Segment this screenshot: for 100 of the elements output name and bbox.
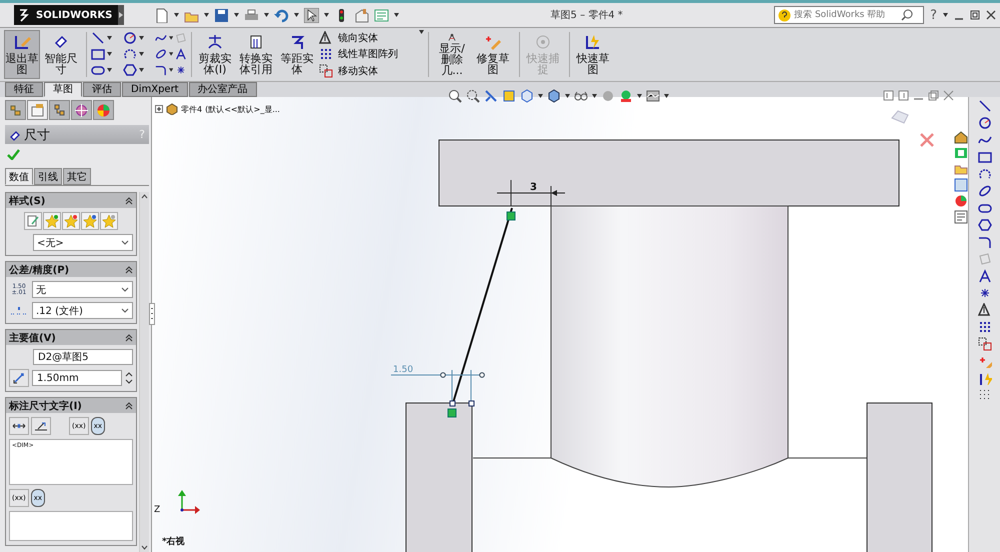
reverse-direction-button[interactable] xyxy=(9,369,29,387)
select-arrow-icon[interactable] xyxy=(304,8,320,22)
text-field[interactable] xyxy=(9,511,133,541)
text-offset-button[interactable] xyxy=(31,417,51,435)
text-center-button[interactable] xyxy=(9,417,29,435)
ribbon-button[interactable]: 剪裁实体(I) xyxy=(196,30,234,79)
new-document-icon[interactable] xyxy=(154,8,170,22)
tab[interactable]: 评估 xyxy=(83,82,121,97)
caret-icon[interactable] xyxy=(943,13,948,17)
rapid-sketch-icon[interactable] xyxy=(978,371,992,385)
circle-icon[interactable] xyxy=(978,116,992,130)
collapse-chevron-icon[interactable] xyxy=(125,402,133,410)
search-icon[interactable] xyxy=(901,9,914,21)
maximize-icon[interactable] xyxy=(970,10,980,20)
caret-icon[interactable] xyxy=(174,13,180,17)
help-button[interactable]: ? xyxy=(930,8,937,22)
tab[interactable]: 办公室产品 xyxy=(188,82,257,97)
tab[interactable]: 草图 xyxy=(44,82,82,97)
close-icon[interactable] xyxy=(943,90,954,101)
tree-item[interactable]: 零件4 xyxy=(181,104,202,114)
polygon-icon[interactable] xyxy=(978,218,992,232)
view-settings-icon[interactable] xyxy=(646,89,660,103)
caret-icon[interactable] xyxy=(294,13,300,17)
mirror-icon[interactable] xyxy=(978,303,992,317)
value-field[interactable]: 1.50mm xyxy=(32,370,122,386)
caret-icon[interactable] xyxy=(264,13,270,17)
dropdown[interactable]: 无 xyxy=(32,281,133,298)
display-style-icon[interactable] xyxy=(547,89,561,103)
splitter-grip-icon[interactable] xyxy=(149,303,155,325)
circle-icon[interactable] xyxy=(123,31,137,45)
expand-plus-icon[interactable] xyxy=(155,105,163,113)
ribbon-button[interactable]: 等距实体 xyxy=(278,30,316,79)
ribbon-button[interactable]: 修复草图 xyxy=(474,30,512,79)
undo-icon[interactable] xyxy=(274,8,290,22)
caret-icon[interactable] xyxy=(234,13,240,17)
caret-icon[interactable] xyxy=(168,52,174,56)
panel-tab[interactable] xyxy=(71,100,92,120)
caret-icon[interactable] xyxy=(139,68,144,72)
text-icon[interactable] xyxy=(175,47,187,61)
fillet-icon[interactable] xyxy=(978,235,992,249)
panel-tab[interactable] xyxy=(27,100,48,120)
ellipse-icon[interactable] xyxy=(978,184,992,198)
properties-icon[interactable] xyxy=(954,210,968,224)
zoom-fit-icon[interactable] xyxy=(448,89,462,103)
caret-icon[interactable] xyxy=(107,36,112,40)
ellipse-icon[interactable] xyxy=(155,47,167,61)
caret-icon[interactable] xyxy=(139,52,144,56)
collapse-chevron-icon[interactable] xyxy=(125,266,133,274)
caret-icon[interactable] xyxy=(394,13,400,17)
panel-tab[interactable] xyxy=(93,100,114,120)
caret-icon[interactable] xyxy=(107,52,112,56)
form-icon[interactable] xyxy=(374,8,390,22)
tab[interactable]: 引线 xyxy=(34,168,62,185)
restore-icon[interactable] xyxy=(928,90,939,101)
tab[interactable]: 其它 xyxy=(63,168,91,185)
polygon-icon[interactable] xyxy=(123,63,137,77)
arc-icon[interactable] xyxy=(978,167,992,181)
glasses-icon[interactable] xyxy=(574,89,588,103)
style-button[interactable] xyxy=(43,212,61,230)
close-icon[interactable] xyxy=(986,10,996,20)
ribbon-list-item[interactable]: 移动实体 xyxy=(319,64,419,78)
collapse-chevron-icon[interactable] xyxy=(125,334,133,342)
name-field[interactable]: D2@草图5 xyxy=(33,349,133,365)
tab[interactable]: 特征 xyxy=(5,82,43,97)
confirm-check-icon[interactable] xyxy=(7,149,20,160)
tab[interactable]: 数值 xyxy=(5,168,33,185)
tab[interactable]: DimXpert xyxy=(122,82,188,97)
caret-icon[interactable] xyxy=(168,36,174,40)
zoom-area-icon[interactable] xyxy=(466,89,480,103)
print-icon[interactable] xyxy=(244,8,260,22)
section-view-icon[interactable] xyxy=(502,89,516,103)
style-button[interactable] xyxy=(62,212,80,230)
ribbon-button[interactable]: 转换实体引用 xyxy=(237,30,275,79)
caret-icon[interactable] xyxy=(324,13,330,17)
dropdown[interactable]: <无> xyxy=(33,234,133,251)
arc-icon[interactable] xyxy=(123,47,137,61)
pattern-icon[interactable] xyxy=(978,320,992,334)
caret-icon[interactable] xyxy=(139,36,144,40)
style-button[interactable] xyxy=(24,212,42,230)
ribbon-button[interactable]: 显示/删除几... xyxy=(433,30,471,79)
panel-tab[interactable] xyxy=(49,100,70,120)
view-orientation-icon[interactable] xyxy=(520,89,534,103)
fillet-icon[interactable] xyxy=(155,63,167,77)
grid-dots-icon[interactable] xyxy=(978,388,992,402)
text-icon[interactable] xyxy=(978,269,992,283)
rectangle-icon[interactable] xyxy=(978,150,992,164)
move-icon[interactable] xyxy=(978,337,992,351)
style-button[interactable] xyxy=(100,212,118,230)
save-icon[interactable] xyxy=(214,8,230,22)
view-palette-icon[interactable] xyxy=(954,178,968,192)
home-icon[interactable] xyxy=(954,130,968,144)
scroll-up-icon[interactable] xyxy=(141,194,148,199)
tile-icon[interactable] xyxy=(898,90,909,101)
tile-icon[interactable] xyxy=(883,90,894,101)
rectangle-icon[interactable] xyxy=(91,47,105,61)
caret-icon[interactable] xyxy=(204,13,210,17)
dropdown[interactable]: .12 (文件) xyxy=(32,302,133,319)
spin-arrows-icon[interactable] xyxy=(125,370,133,386)
ribbon-button[interactable]: 退出草图 xyxy=(4,30,40,79)
ribbon-button[interactable]: 智能尺寸 xyxy=(43,30,79,79)
